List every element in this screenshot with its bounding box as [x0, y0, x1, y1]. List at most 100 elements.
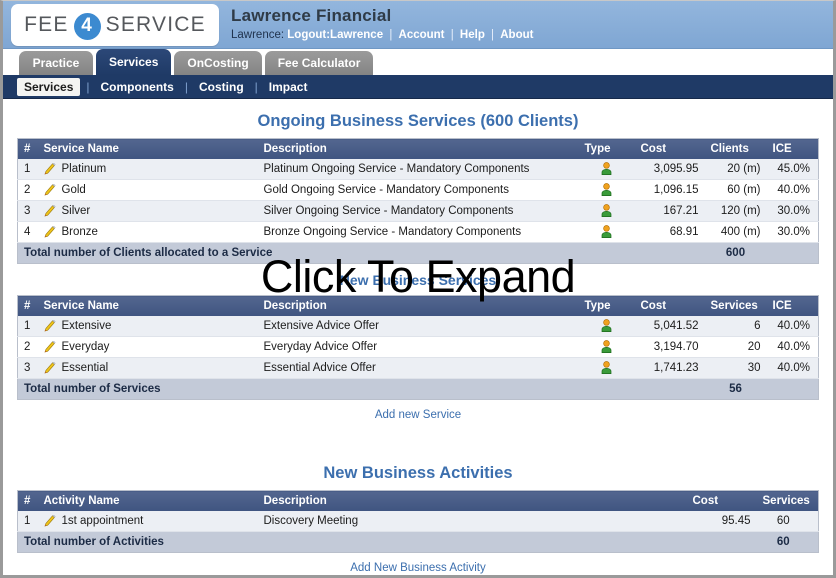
col-header-desc[interactable]: Description: [257, 138, 579, 159]
col-header-services[interactable]: Services: [756, 490, 819, 511]
cell-name: Platinum: [37, 159, 258, 180]
cell-clients: 20 (m): [704, 159, 767, 180]
cell-num: 3: [17, 357, 38, 379]
logo-text: FEE 4 SERVICE: [24, 12, 206, 40]
edit-pencil-icon[interactable]: [44, 319, 56, 332]
ongoing-services-table: # Service Name Description Type Cost Cli…: [17, 138, 819, 264]
cell-ice: 30.0%: [766, 221, 819, 243]
table-row[interactable]: 1 Platinum Platinum Ongoing Service - Ma…: [17, 159, 819, 180]
cell-clients: 120 (m): [704, 200, 767, 222]
ongoing-services-body: 1 Platinum Platinum Ongoing Service - Ma…: [17, 159, 819, 243]
cell-ice: 30.0%: [766, 200, 819, 222]
total-pad: [766, 378, 819, 400]
person-icon: [601, 204, 612, 217]
separator: |: [184, 79, 188, 94]
table-row[interactable]: 2 Everyday Everyday Advice Offer 3,194.7…: [17, 336, 819, 358]
cell-num: 2: [17, 179, 38, 201]
col-header-num[interactable]: #: [17, 138, 38, 159]
table-row[interactable]: 2 Gold Gold Ongoing Service - Mandatory …: [17, 179, 819, 201]
table-row[interactable]: 3 Silver Silver Ongoing Service - Mandat…: [17, 200, 819, 222]
new-activities-heading: New Business Activities: [323, 464, 513, 482]
cell-type: [578, 316, 635, 337]
cell-services: 60: [756, 511, 819, 532]
col-header-num[interactable]: #: [17, 490, 38, 511]
app-header: FEE 4 SERVICE Lawrence Financial Lawrenc…: [3, 1, 833, 49]
cell-services: 20: [704, 336, 767, 358]
cell-name: Everyday: [37, 336, 258, 358]
col-header-name[interactable]: Service Name: [37, 138, 258, 159]
cell-num: 1: [17, 159, 38, 180]
service-name-label: Bronze: [61, 226, 98, 238]
new-services-body: 1 Extensive Extensive Advice Offer 5,041…: [17, 316, 819, 379]
table-row[interactable]: 1 1st appointment Discovery Meeting 95.4…: [17, 511, 819, 532]
edit-pencil-icon[interactable]: [44, 162, 56, 175]
cell-num: 4: [17, 221, 38, 243]
add-new-service-link[interactable]: Add new Service: [17, 400, 819, 421]
separator: |: [254, 79, 258, 94]
edit-pencil-icon[interactable]: [44, 204, 56, 217]
table-total-row: Total number of Services 56: [17, 378, 819, 400]
cell-cost: 95.45: [686, 511, 757, 532]
cell-desc: Everyday Advice Offer: [257, 336, 579, 358]
tab-oncosting[interactable]: OnCosting: [174, 51, 262, 75]
add-new-business-activity-link[interactable]: Add New Business Activity: [17, 553, 819, 574]
service-name-label: Silver: [61, 205, 91, 217]
new-activities-table: # Activity Name Description Cost Service…: [17, 490, 819, 553]
account-link[interactable]: Account: [399, 29, 445, 41]
col-header-type[interactable]: Type: [578, 138, 635, 159]
cell-type: [578, 336, 635, 358]
main-content: Ongoing Business Services (600 Clients) …: [3, 99, 833, 574]
table-header-row: # Service Name Description Type Cost Cli…: [17, 138, 819, 159]
edit-pencil-icon[interactable]: [44, 361, 56, 374]
edit-pencil-icon[interactable]: [44, 340, 56, 353]
separator: |: [491, 29, 495, 41]
cell-cost: 3,095.95: [634, 159, 705, 180]
table-row[interactable]: 1 Extensive Extensive Advice Offer 5,041…: [17, 316, 819, 337]
cell-name: Extensive: [37, 316, 258, 337]
cell-type: [578, 221, 635, 243]
edit-pencil-icon[interactable]: [44, 514, 56, 527]
tab-practice[interactable]: Practice: [19, 51, 93, 75]
service-name-label: Gold: [61, 184, 86, 196]
table-row[interactable]: 4 Bronze Bronze Ongoing Service - Mandat…: [17, 221, 819, 243]
col-header-ice[interactable]: ICE: [766, 138, 819, 159]
service-name-label: Everyday: [61, 341, 110, 353]
subnav-item-components[interactable]: Components: [96, 79, 179, 95]
subnav-item-costing[interactable]: Costing: [194, 79, 249, 95]
help-link[interactable]: Help: [460, 29, 485, 41]
person-icon: [601, 319, 612, 332]
subnav-item-services[interactable]: Services: [17, 77, 81, 96]
person-icon: [601, 361, 612, 374]
total-value: 60: [756, 530, 819, 552]
cell-desc: Essential Advice Offer: [257, 357, 579, 379]
person-icon: [601, 183, 612, 196]
cell-desc: Discovery Meeting: [257, 511, 687, 532]
ongoing-services-heading: Ongoing Business Services (600 Clients): [257, 112, 579, 130]
col-header-desc[interactable]: Description: [257, 490, 687, 511]
logo-word-fee: FEE: [24, 13, 69, 36]
tab-services[interactable]: Services: [96, 49, 172, 75]
col-header-clients[interactable]: Clients: [704, 138, 767, 159]
tab-fee-calculator[interactable]: Fee Calculator: [264, 51, 374, 75]
new-services-table: # Service Name Description Type Cost Ser…: [17, 295, 819, 400]
cell-desc: Bronze Ongoing Service - Mandatory Compo…: [257, 221, 579, 243]
cell-num: 1: [17, 316, 38, 337]
edit-pencil-icon[interactable]: [44, 183, 56, 196]
cell-desc: Extensive Advice Offer: [257, 316, 579, 337]
col-header-activity-name[interactable]: Activity Name: [37, 490, 258, 511]
col-header-cost[interactable]: Cost: [634, 138, 705, 159]
logo[interactable]: FEE 4 SERVICE: [11, 4, 219, 46]
click-to-expand-overlay[interactable]: Click To Expand: [3, 254, 833, 299]
table-head: # Activity Name Description Cost Service…: [17, 490, 819, 511]
subnav-item-impact[interactable]: Impact: [264, 79, 313, 95]
edit-pencil-icon[interactable]: [44, 225, 56, 238]
col-header-cost[interactable]: Cost: [686, 490, 757, 511]
logout-link[interactable]: Logout:Lawrence: [287, 29, 383, 41]
cell-num: 1: [17, 511, 38, 532]
cell-services: 30: [704, 357, 767, 379]
table-row[interactable]: 3 Essential Essential Advice Offer 1,741…: [17, 357, 819, 379]
about-link[interactable]: About: [500, 29, 533, 41]
new-services-footer: Total number of Services 56: [17, 378, 819, 400]
cell-name: Essential: [37, 357, 258, 379]
